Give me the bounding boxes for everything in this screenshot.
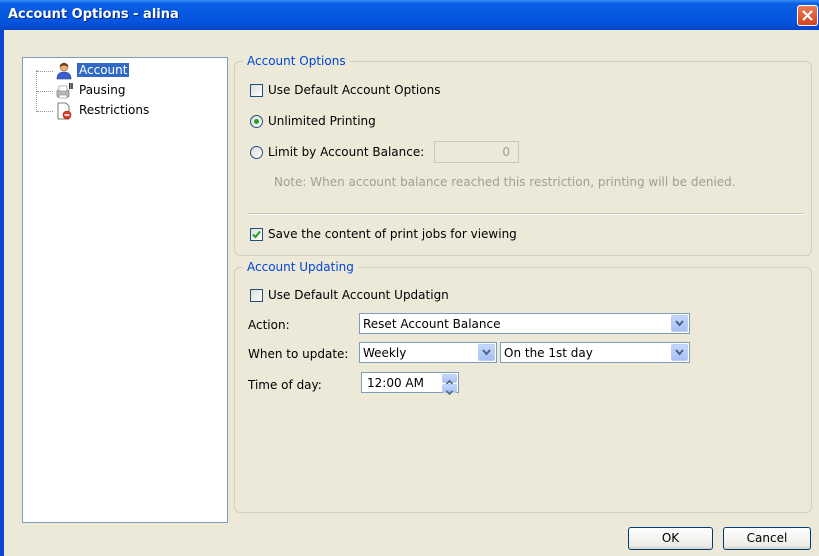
save-print-content-checkbox[interactable]: [250, 228, 263, 241]
options-separator: [248, 213, 803, 215]
window-title: Account Options - alina: [8, 7, 179, 22]
checkmark-icon: [252, 230, 261, 239]
dialog-window: Account Options - alina Account Pausing …: [0, 0, 819, 556]
unlimited-printing-label: Unlimited Printing: [268, 114, 376, 128]
tree-label-pausing: Pausing: [79, 83, 126, 97]
when-to-update-label: When to update:: [248, 347, 349, 361]
close-button[interactable]: [797, 5, 818, 26]
time-of-day-spinner[interactable]: 12:00 AM: [361, 372, 459, 396]
unlimited-printing-radio[interactable]: [250, 115, 263, 128]
chevron-down-icon[interactable]: [478, 344, 495, 361]
day-dropdown[interactable]: On the 1st day: [500, 342, 690, 363]
time-spin-buttons[interactable]: [442, 374, 457, 396]
time-of-day-value: 12:00 AM: [367, 376, 424, 390]
pause-printer-icon: [56, 83, 73, 99]
tree-label-restrictions: Restrictions: [79, 103, 150, 117]
options-tree[interactable]: Account Pausing Restrictions: [22, 57, 228, 523]
window-border: [0, 30, 4, 556]
account-updating-group-title: Account Updating: [243, 260, 358, 274]
title-bar[interactable]: Account Options - alina: [0, 0, 819, 30]
use-default-updating-checkbox[interactable]: [250, 289, 263, 302]
action-value: Reset Account Balance: [363, 317, 501, 331]
day-value: On the 1st day: [504, 346, 593, 360]
chevron-down-icon[interactable]: [671, 315, 688, 332]
ok-button[interactable]: OK: [628, 527, 713, 550]
close-icon: [802, 10, 813, 21]
tree-item-restrictions[interactable]: Restrictions: [23, 102, 227, 120]
limit-note-text: Note: When account balance reached this …: [274, 175, 736, 189]
account-options-group-title: Account Options: [243, 54, 350, 68]
tree-label-account: Account: [77, 63, 130, 77]
tree-item-account[interactable]: Account: [23, 62, 227, 80]
action-label: Action:: [248, 318, 290, 332]
user-icon: [56, 62, 72, 80]
frequency-value: Weekly: [363, 346, 407, 360]
use-default-account-options-checkbox[interactable]: [250, 84, 263, 97]
limit-balance-input[interactable]: 0: [434, 141, 519, 163]
spin-down-icon[interactable]: [442, 384, 457, 396]
chevron-down-icon[interactable]: [671, 344, 688, 361]
use-default-updating-label: Use Default Account Updatign: [268, 288, 449, 302]
tree-item-pausing[interactable]: Pausing: [23, 82, 227, 100]
spin-up-icon[interactable]: [442, 374, 457, 385]
use-default-account-options-label: Use Default Account Options: [268, 83, 441, 97]
time-of-day-label: Time of day:: [248, 378, 322, 392]
save-print-content-label: Save the content of print jobs for viewi…: [268, 227, 517, 241]
restriction-document-icon: [57, 102, 72, 120]
limit-by-balance-label: Limit by Account Balance:: [268, 145, 425, 159]
limit-by-balance-radio[interactable]: [250, 146, 263, 159]
frequency-dropdown[interactable]: Weekly: [359, 342, 497, 363]
cancel-button[interactable]: Cancel: [723, 527, 811, 550]
action-dropdown[interactable]: Reset Account Balance: [359, 313, 690, 334]
